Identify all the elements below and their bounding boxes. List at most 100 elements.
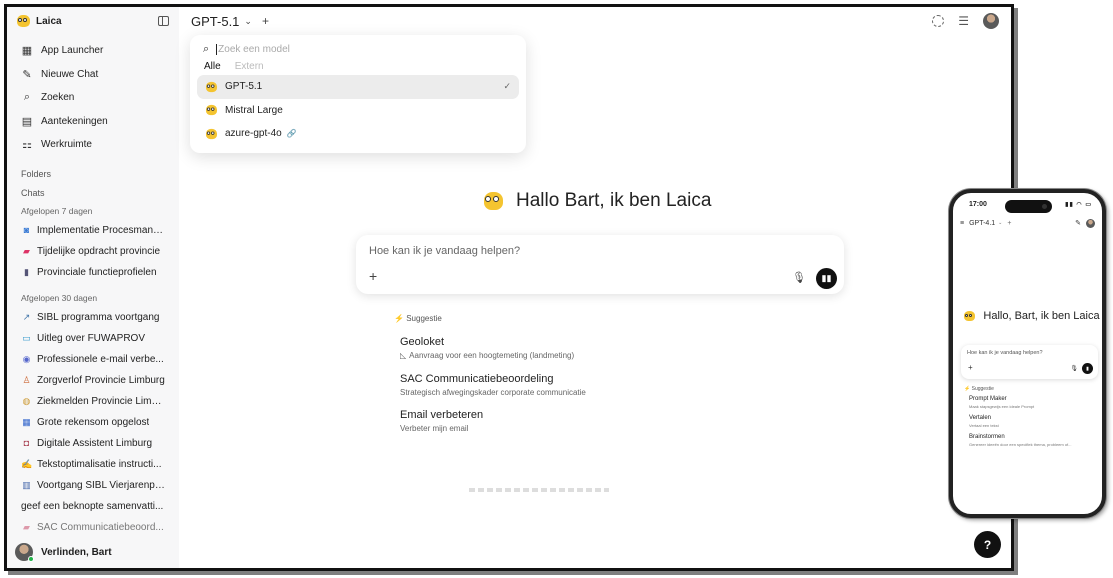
sparkle-icon: ⚡ — [394, 314, 404, 323]
workspace-icon: ⚏ — [22, 139, 32, 152]
phone-time: 17:00 — [969, 200, 987, 208]
phone-prompt-input[interactable]: Hoe kan ik je vandaag helpen? — [967, 350, 1043, 356]
main-area: GPT-5.1 ⌄ + ☰ ⌕ Zoek een model Alle Exte… — [179, 7, 1011, 568]
suggestion-subtitle: Verbeter mijn email — [400, 424, 469, 433]
chat-item[interactable]: ▥ Voortgang SIBL Vierjarenpl... — [15, 475, 171, 496]
chat-item[interactable]: ✍ Tekstoptimalisatie instructi... — [15, 454, 171, 475]
chat-item[interactable]: geef een beknopte samenvatti... — [15, 496, 171, 517]
tab-all[interactable]: Alle — [204, 61, 221, 72]
nav-search[interactable]: ⌕ Zoeken — [15, 86, 171, 110]
search-icon: ⌕ — [23, 91, 31, 104]
avatar[interactable] — [1086, 218, 1095, 228]
suggestion-title: Prompt Maker — [969, 396, 1007, 402]
nav-new-chat[interactable]: ✎ Nieuwe Chat — [15, 63, 171, 87]
attach-button[interactable]: + — [369, 268, 377, 284]
chart-icon: ↗ — [22, 311, 31, 322]
ruler-icon: ◺ — [400, 351, 407, 360]
nav-label: Aantekeningen — [41, 115, 108, 127]
model-option-mistral-large[interactable]: Mistral Large — [197, 99, 519, 123]
phone-actions: ✎ — [1075, 218, 1095, 228]
tab-external[interactable]: Extern — [235, 61, 264, 72]
phone-greeting-text: Hallo, Bart, ik ben Laica — [983, 310, 1100, 322]
user-menu[interactable]: Verlinden, Bart — [15, 543, 112, 562]
nav-label: Zoeken — [41, 92, 75, 104]
microphone-icon[interactable]: 🎙 — [1070, 365, 1078, 372]
model-selector[interactable]: GPT-5.1 ⌄ + — [191, 14, 269, 29]
temporary-chat-icon[interactable] — [932, 15, 945, 27]
controls-icon[interactable]: ☰ — [958, 14, 969, 28]
prompt-input[interactable]: Hoe kan ik je vandaag helpen? — [369, 245, 520, 257]
current-model: GPT-5.1 — [191, 13, 240, 29]
suggestion-subtitle: ◺ Aanvraag voor een hoogtemeting (landmet… — [400, 351, 575, 360]
chat-item[interactable]: ◙ Implementatie Procesmana... — [15, 220, 171, 241]
chat-item[interactable]: ◉ Professionele e-mail verbe... — [15, 349, 171, 370]
phone-greeting: Hallo, Bart, ik ben Laica — [964, 309, 1100, 323]
phone-model[interactable]: GPT-4.1 — [969, 220, 995, 227]
sidebar-header: Laica — [7, 7, 179, 35]
writing-icon: ✍ — [21, 458, 33, 469]
folders-heading[interactable]: Folders — [7, 169, 179, 179]
nav-label: Nieuwe Chat — [41, 68, 99, 80]
online-status-dot — [28, 556, 34, 562]
laica-logo-icon — [484, 192, 503, 210]
phone-suggestion[interactable]: Prompt Maker Maak stapsgewijs een ideale… — [969, 396, 1034, 409]
voice-mode-button[interactable]: ▮ — [1082, 363, 1093, 374]
sidebar-nav: ▦ App Launcher ✎ Nieuwe Chat ⌕ Zoeken ▤ … — [7, 35, 179, 157]
suggestion-subtitle: Vertaal een tekst — [969, 423, 999, 428]
add-model-button[interactable]: + — [262, 14, 269, 28]
attach-button[interactable]: + — [968, 363, 973, 372]
model-option-gpt-5-1[interactable]: GPT-5.1 ✓ — [197, 75, 519, 99]
phone-suggestion[interactable]: Brainstormen Genereer ideeën door een sp… — [969, 434, 1072, 447]
building-icon: ▮ — [24, 266, 29, 277]
link-icon: 🔗 — [286, 129, 297, 139]
document-icon: ▰ — [23, 245, 30, 256]
nav-app-launcher[interactable]: ▦ App Launcher — [15, 39, 171, 63]
suggestion-title: Geoloket — [400, 336, 445, 348]
chat-item[interactable]: ♙ Zorgverlof Provincie Limburg — [15, 370, 171, 391]
model-search[interactable]: ⌕ Zoek een model — [197, 41, 519, 58]
phone-topbar: ≡ GPT-4.1 ⌄ + ✎ — [953, 215, 1102, 231]
microphone-icon[interactable]: 🎙 — [792, 271, 806, 284]
model-option-label: Mistral Large — [225, 104, 283, 116]
suggestion-heading: ⚡ Suggestie — [394, 314, 442, 323]
chat-item[interactable]: ▭ Uitleg over FUWAPROV — [15, 328, 171, 349]
chat-item[interactable]: ▦ Grote rekensom opgelost — [15, 412, 171, 433]
phone-prompt-box[interactable]: Hoe kan ik je vandaag helpen? + 🎙 ▮ — [961, 345, 1098, 379]
greeting-text: Hallo Bart, ik ben Laica — [516, 190, 712, 211]
nav-notes[interactable]: ▤ Aantekeningen — [15, 110, 171, 134]
menu-icon[interactable]: ≡ — [960, 220, 964, 227]
add-model-button[interactable]: + — [1007, 220, 1011, 227]
sidebar: Laica ▦ App Launcher ✎ Nieuwe Chat ⌕ Zoe… — [7, 7, 179, 568]
avatar[interactable] — [983, 13, 999, 29]
chat-item[interactable]: ▰ SAC Communicatiebeoord... — [15, 517, 171, 538]
chats-heading[interactable]: Chats — [7, 188, 179, 198]
phone-suggestion[interactable]: Vertalen Vertaal een tekst — [969, 415, 999, 428]
suggestion-geoloket[interactable]: Geoloket ◺ Aanvraag voor een hoogtemeting… — [400, 336, 574, 360]
email-icon: ◉ — [22, 353, 31, 364]
topbar: GPT-5.1 ⌄ + ☰ — [179, 7, 1011, 35]
chat-item[interactable]: ▮ Provinciale functieprofielen — [15, 262, 171, 283]
laica-logo-icon — [17, 15, 30, 27]
nav-workspace[interactable]: ⚏ Werkruimte — [15, 133, 171, 157]
chat-item[interactable]: ◘ Digitale Assistent Limburg — [15, 433, 171, 454]
chat-item[interactable]: ◍ Ziekmelden Provincie Limb... — [15, 391, 171, 412]
model-option-label: GPT-5.1 — [225, 81, 263, 93]
model-search-input[interactable]: Zoek een model — [218, 44, 290, 55]
edit-icon: ✎ — [22, 68, 32, 81]
desktop-window: Laica ▦ App Launcher ✎ Nieuwe Chat ⌕ Zoe… — [4, 4, 1014, 571]
suggestion-subtitle: Strategisch afwegingskader corporate com… — [400, 388, 586, 397]
suggestion-sac[interactable]: SAC Communicatiebeoordeling Strategisch … — [400, 373, 586, 397]
help-button[interactable]: ? — [974, 531, 1001, 558]
suggestion-title: Brainstormen — [969, 434, 1005, 440]
chat-item[interactable]: ▰ Tijdelijke opdracht provincie — [15, 241, 171, 262]
suggestion-email[interactable]: Email verbeteren Verbeter mijn email — [400, 409, 483, 433]
voice-mode-button[interactable]: ▮▮ — [816, 268, 837, 289]
sidebar-toggle-icon[interactable] — [158, 16, 169, 26]
last-7-days-heading: Afgelopen 7 dagen — [21, 205, 93, 216]
prompt-box[interactable]: Hoe kan ik je vandaag helpen? + 🎙 ▮▮ — [356, 235, 844, 294]
suggestion-subtitle: Genereer ideeën door een specifiek thema… — [969, 442, 1072, 447]
phone-mockup: 17:00 ▮▮ ◠ ▭ ≡ GPT-4.1 ⌄ + ✎ Hallo, Bart… — [949, 189, 1106, 518]
chat-item[interactable]: ↗ SIBL programma voortgang — [15, 307, 171, 328]
model-option-azure-gpt-4o[interactable]: azure-gpt-4o 🔗 — [197, 122, 519, 146]
edit-icon[interactable]: ✎ — [1075, 219, 1081, 227]
